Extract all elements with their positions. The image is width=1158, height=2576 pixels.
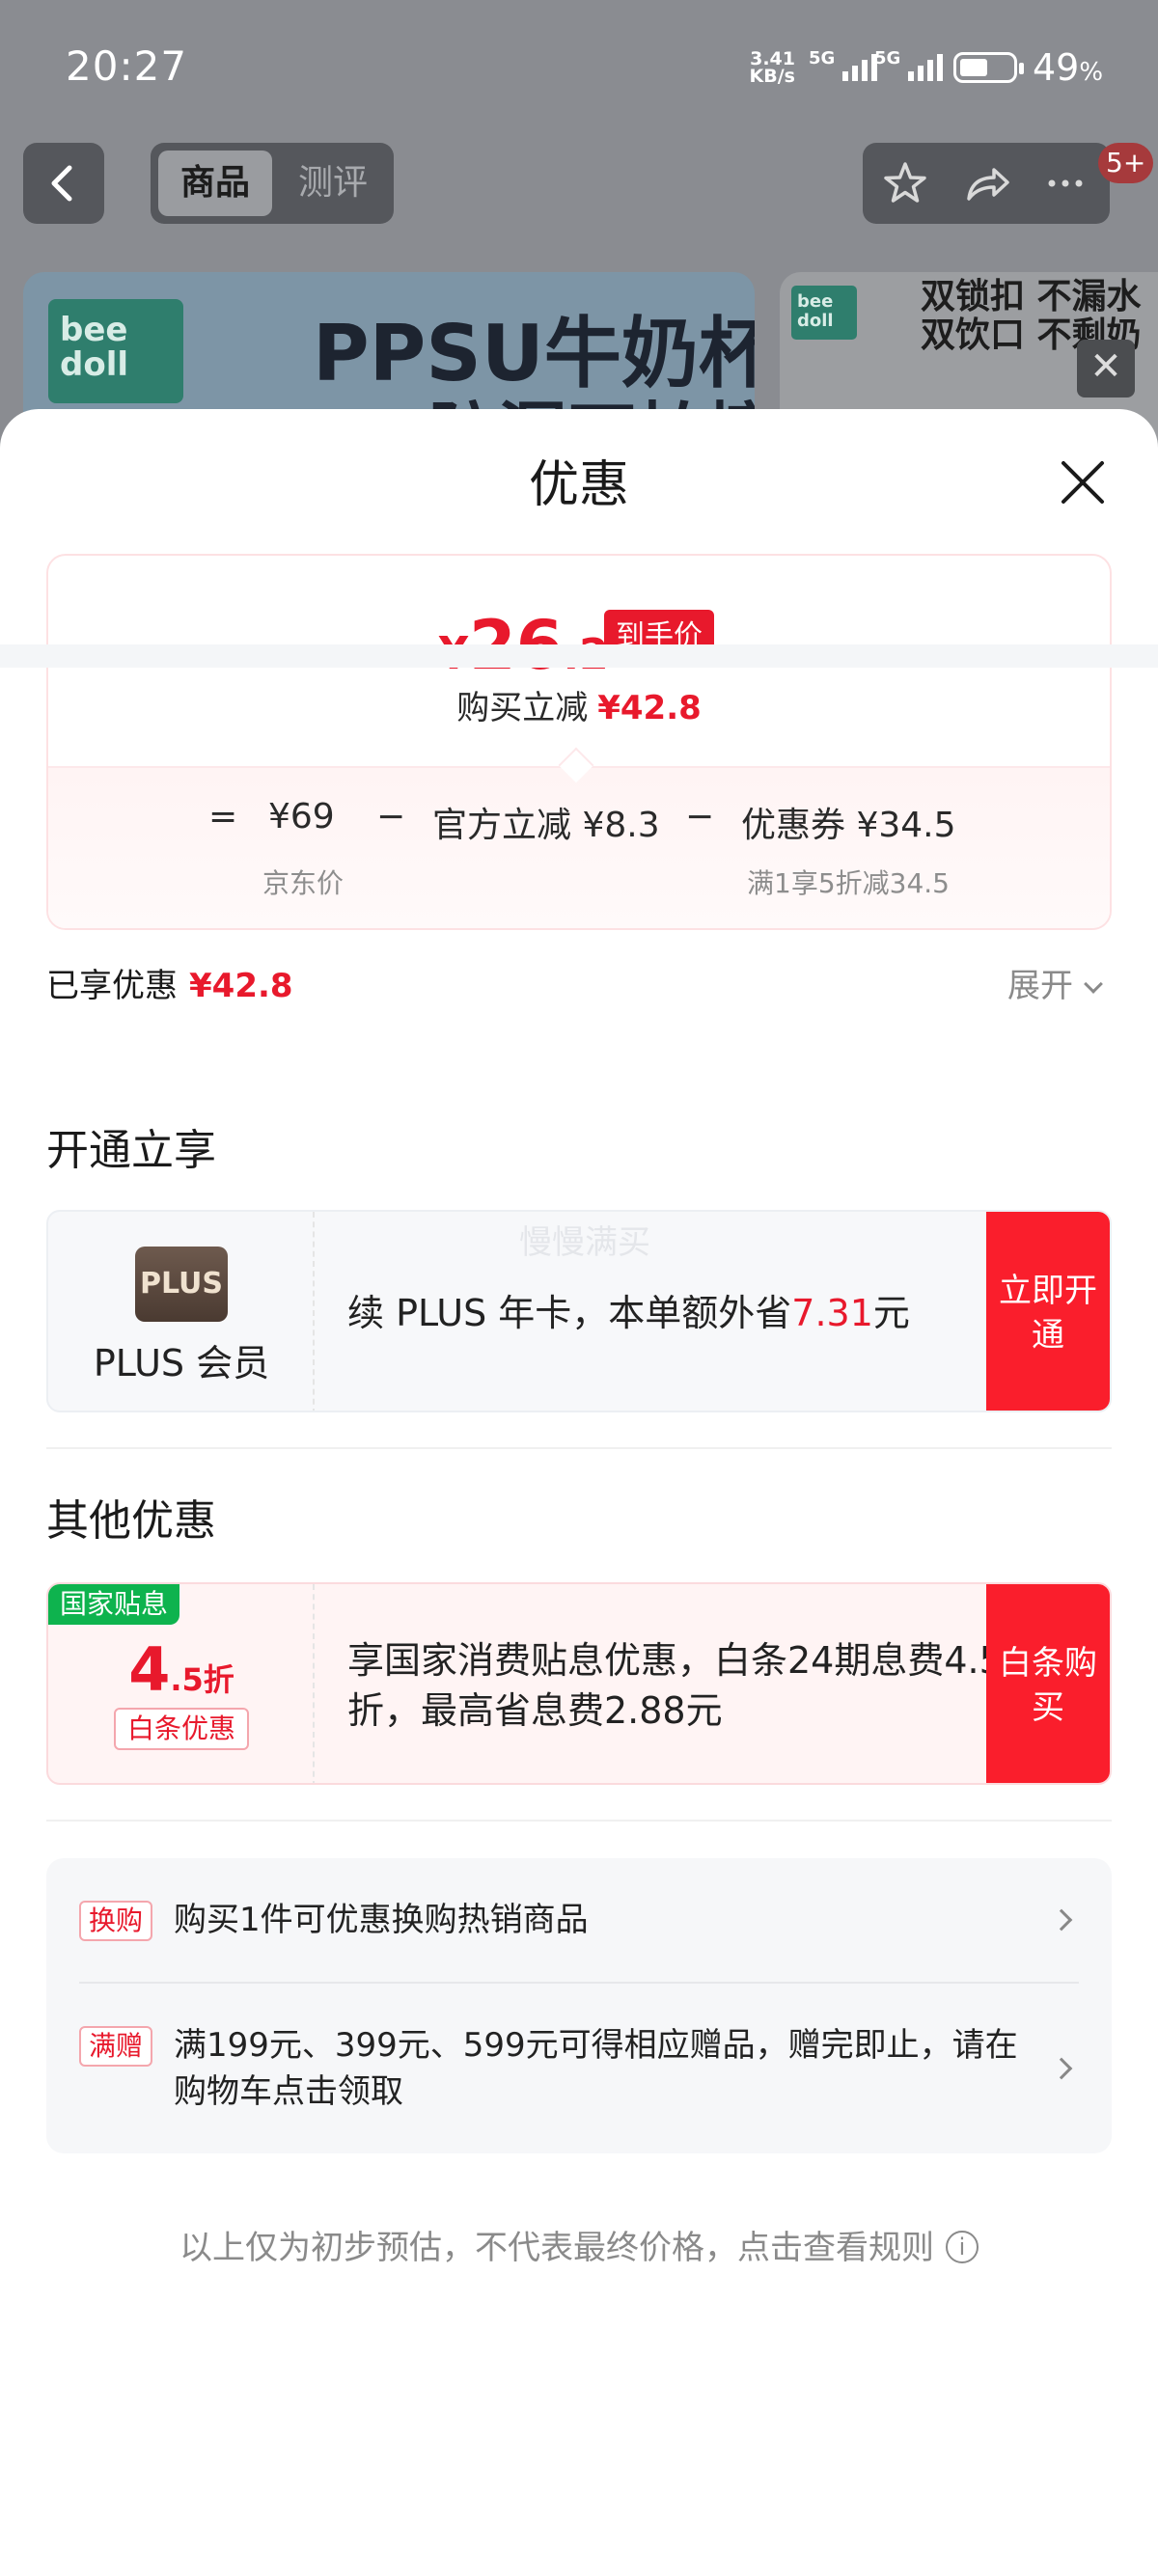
discount-area: 国家贴息 4.5折 白条优惠 <box>48 1584 315 1783</box>
back-button[interactable] <box>23 143 104 224</box>
price-formula: = ¥69 京东价 − 官方立减 ¥8.3 − 优惠券 ¥34.5 满1享5折减… <box>48 766 1110 928</box>
list-item[interactable]: 换购 购买1件可优惠换购热销商品 <box>46 1858 1112 1982</box>
brand-logo-small: bee doll <box>791 286 857 340</box>
plus-logo: PLUS <box>135 1247 228 1322</box>
equals-sign: = <box>208 797 238 836</box>
promo-text: 满199元、399元、599元可得相应赠品，赠完即止，请在购物车点击领取 <box>174 2026 1018 2111</box>
promo-text: 购买1件可优惠换购热销商品 <box>174 1901 589 1939</box>
plus-offer-card[interactable]: PLUS PLUS 会员 慢慢满买 续 PLUS 年卡，本单额外省7.31元 立… <box>46 1210 1112 1412</box>
message-badge: 5+ <box>1098 143 1154 183</box>
signal-icon: 5G <box>809 48 878 81</box>
battery-icon <box>953 52 1024 83</box>
baitiao-label: 白条优惠 <box>114 1708 249 1750</box>
top-actions <box>863 143 1110 224</box>
purchase-reduction: 购买立减 ¥42.8 <box>456 689 702 727</box>
status-time: 20:27 <box>66 42 188 90</box>
promo-list: 换购 购买1件可优惠换购热销商品 满赠 满199元、399元、599元可得相应赠… <box>46 1858 1112 2153</box>
divider <box>46 1447 1112 1449</box>
star-icon[interactable] <box>876 154 934 212</box>
more-icon[interactable] <box>1036 154 1094 212</box>
plus-section-title: 开通立享 <box>46 1126 216 1175</box>
list-item[interactable]: 满赠 满199元、399元、599元可得相应赠品，赠完即止，请在购物车点击领取 <box>46 1984 1112 2153</box>
product-page-background: 20:27 3.41 KB/s 5G 5G 49% 商品 测评 5+ bee do… <box>0 0 1158 453</box>
minus-sign: − <box>376 797 406 836</box>
discount-rate: 4.5折 <box>128 1634 234 1705</box>
tab-reviews[interactable]: 测评 <box>280 151 386 216</box>
baitiao-buy-button[interactable]: 白条购买 <box>986 1584 1110 1783</box>
product-tab-switch: 商品 测评 <box>151 143 394 224</box>
price-breakdown: ¥26.2 到手价 购买立减¥42.8 = ¥69 京东价 − 官方立减 ¥8.… <box>46 554 1112 930</box>
official-reduction: 官方立减 ¥8.3 <box>432 806 660 845</box>
network-speed: 3.41 KB/s <box>749 48 795 87</box>
chevron-down-icon <box>1084 974 1103 994</box>
chevron-right-icon <box>1050 1908 1073 1932</box>
divider <box>46 1820 1112 1822</box>
sheet-title: 优惠 <box>528 456 629 514</box>
promo-tag: 满赠 <box>79 2026 152 2067</box>
plus-offer-description: 续 PLUS 年卡，本单额外省7.31元 <box>347 1292 910 1334</box>
gov-subsidy-description: 享国家消费贴息优惠，白条24期息费4.5折，最高省息费2.88元 <box>347 1639 1003 1732</box>
plus-badge-area: PLUS PLUS 会员 <box>48 1212 315 1411</box>
plus-member-label: PLUS 会员 <box>93 1342 270 1384</box>
gov-subsidy-card[interactable]: 国家贴息 4.5折 白条优惠 享国家消费贴息优惠，白条24期息费4.5折，最高省… <box>46 1582 1112 1785</box>
coupon-description: 满1享5折减34.5 <box>747 867 950 899</box>
gov-subsidy-tag: 国家贴息 <box>48 1584 180 1625</box>
saved-amount: 已享优惠 ¥42.8 <box>46 967 293 1005</box>
chevron-right-icon <box>1050 2057 1073 2080</box>
back-icon <box>51 165 72 202</box>
expand-button[interactable]: 展开 <box>1007 959 1103 1006</box>
tab-goods[interactable]: 商品 <box>158 151 272 216</box>
status-bar: 20:27 3.41 KB/s 5G 5G 49% <box>0 0 1158 135</box>
other-section-title: 其他优惠 <box>46 1496 216 1546</box>
jd-price: ¥69 <box>268 797 335 836</box>
rules-footnote[interactable]: 以上仅为初步预估，不代表最终价格，点击查看规则 i <box>0 2221 1158 2268</box>
battery-percent: 49% <box>1033 46 1104 89</box>
minus-sign-2: − <box>685 797 715 836</box>
promo-tag: 换购 <box>79 1901 152 1941</box>
jd-price-label: 京东价 <box>262 867 345 899</box>
banner-close-icon[interactable]: ✕ <box>1077 340 1135 397</box>
brand-logo: bee doll <box>48 299 183 403</box>
info-icon[interactable]: i <box>946 2230 979 2263</box>
coupon-value: 优惠券 ¥34.5 <box>741 806 956 845</box>
share-icon[interactable] <box>957 154 1015 212</box>
section-divider <box>0 644 1158 668</box>
signal-icon-2: 5G <box>874 48 944 81</box>
close-icon[interactable] <box>1054 453 1112 511</box>
open-plus-button[interactable]: 立即开通 <box>986 1212 1110 1411</box>
